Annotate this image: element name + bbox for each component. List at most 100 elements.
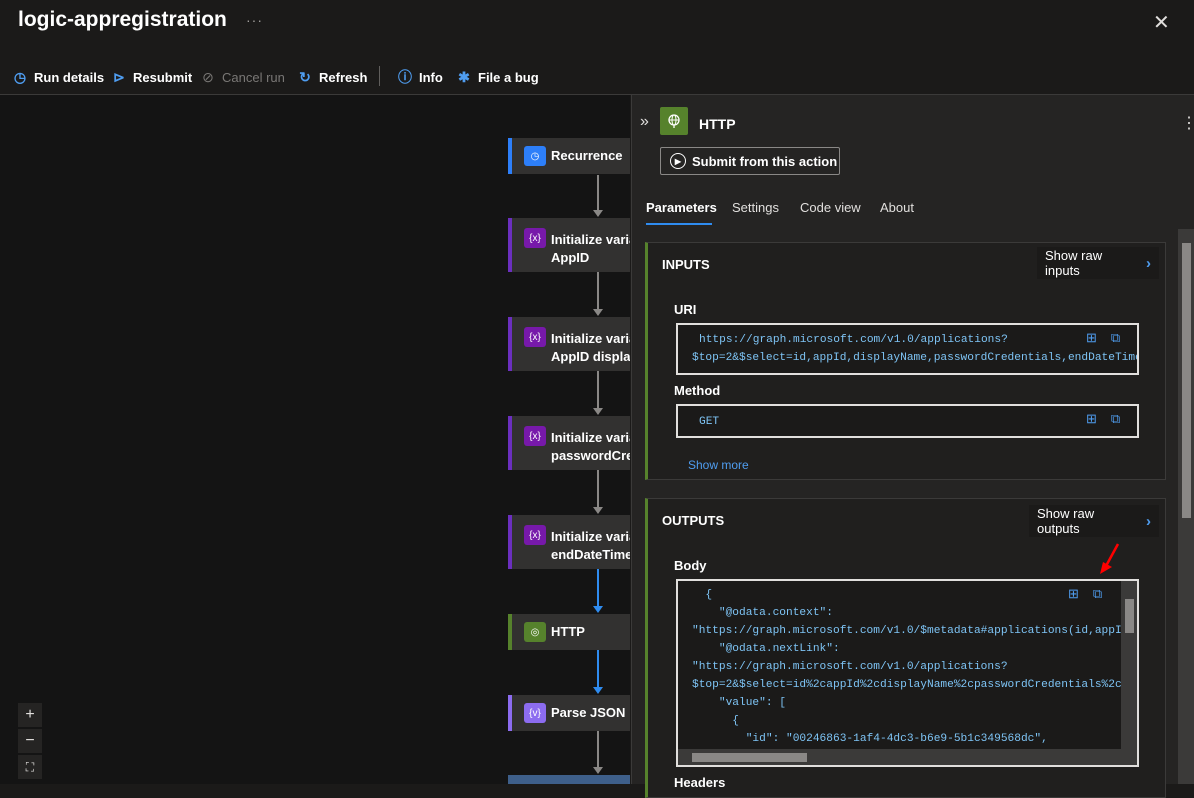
connector — [597, 272, 599, 312]
node-initialize-variable-passwordcred[interactable]: {x} Initialize varia passwordCred — [508, 416, 630, 470]
scroll-thumb[interactable] — [1182, 243, 1191, 518]
variable-icon: {x} — [524, 525, 546, 545]
clock-icon: ◷ — [524, 146, 546, 166]
variable-icon: {x} — [524, 327, 546, 347]
more-vertical-icon[interactable]: ⋮ — [1181, 113, 1194, 133]
app-title: logic-appregistration — [18, 8, 227, 31]
cancel-run-button[interactable]: ⊘ Cancel run — [200, 68, 285, 86]
tab-settings[interactable]: Settings — [732, 200, 779, 215]
toolbar-divider — [379, 66, 380, 86]
method-value-box[interactable]: GET ⊞ ⧉ — [676, 404, 1139, 438]
connector-arrow — [593, 309, 603, 316]
scroll-thumb[interactable] — [1125, 599, 1134, 633]
code-line: "@odata.nextLink": — [692, 643, 840, 655]
show-raw-inputs-button[interactable]: Show raw inputs › — [1037, 247, 1159, 279]
active-tab-indicator — [646, 223, 712, 225]
file-a-bug-button[interactable]: ✱ File a bug — [456, 68, 539, 86]
node-parse-json[interactable]: {v} Parse JSON — [508, 695, 630, 731]
zoom-in-button[interactable]: + — [18, 703, 42, 727]
node-next[interactable] — [508, 775, 630, 784]
code-line: "value": [ — [692, 697, 786, 709]
resubmit-button[interactable]: ⊳ Resubmit — [111, 68, 192, 86]
code-line: "https://graph.microsoft.com/v1.0/$metad… — [692, 625, 1139, 637]
node-initialize-variable-appid[interactable]: {x} Initialize varia AppID — [508, 218, 630, 272]
connector — [597, 470, 599, 510]
close-icon[interactable]: ✕ — [1153, 10, 1170, 35]
collapse-panel-icon[interactable]: » — [640, 113, 649, 131]
panel-scrollbar[interactable] — [1178, 229, 1194, 784]
method-label: Method — [674, 383, 721, 398]
designer-canvas[interactable]: ◷ Recurrence {x} Initialize varia AppID … — [0, 95, 630, 784]
play-icon: ▶ — [670, 153, 686, 169]
details-panel: » HTTP ⋮ ▶ Submit from this action Parame… — [631, 95, 1194, 798]
chevron-right-icon: › — [1146, 254, 1151, 272]
uri-value-box[interactable]: https://graph.microsoft.com/v1.0/applica… — [676, 323, 1139, 375]
show-more-link[interactable]: Show more — [688, 458, 749, 472]
outputs-section: OUTPUTS Show raw outputs › Body { "@odata… — [645, 498, 1166, 798]
refresh-button[interactable]: ↻ Refresh — [297, 68, 367, 86]
connector — [597, 730, 599, 770]
code-line: $top=2&$select=id%2cappId%2cdisplayName%… — [692, 679, 1139, 691]
panel-title: HTTP — [699, 116, 736, 132]
inputs-section: INPUTS Show raw inputs › URI https://grap… — [645, 242, 1166, 480]
tab-about[interactable]: About — [880, 200, 914, 215]
node-recurrence[interactable]: ◷ Recurrence — [508, 138, 630, 174]
tab-parameters[interactable]: Parameters — [646, 200, 717, 215]
more-options-icon[interactable]: ··· — [246, 12, 263, 28]
cancel-icon: ⊘ — [202, 68, 214, 85]
tab-code-view[interactable]: Code view — [800, 200, 861, 215]
horizontal-scrollbar[interactable] — [678, 749, 1137, 765]
connector-arrow — [593, 606, 603, 613]
info-button[interactable]: ⓘ Info — [397, 68, 443, 86]
outputs-heading: OUTPUTS — [662, 513, 725, 528]
node-http[interactable]: ◎ HTTP — [508, 614, 630, 650]
connector-arrow — [593, 767, 603, 774]
body-label: Body — [674, 558, 707, 573]
bug-icon: ✱ — [458, 68, 470, 85]
connector-arrow — [593, 687, 603, 694]
connector — [597, 569, 599, 609]
code-line: { — [692, 589, 713, 601]
show-raw-outputs-button[interactable]: Show raw outputs › — [1029, 505, 1159, 537]
code-line: "@odata.context": — [692, 607, 833, 619]
globe-icon — [660, 107, 688, 135]
info-icon: ⓘ — [398, 69, 412, 85]
connector — [597, 175, 599, 213]
annotation-arrow-icon — [1100, 543, 1120, 574]
run-details-button[interactable]: ◷ Run details — [12, 68, 104, 86]
history-icon: ◷ — [13, 68, 27, 85]
copy-icon[interactable]: ⧉ — [1111, 412, 1120, 427]
connector-arrow — [593, 408, 603, 415]
expand-icon[interactable]: ⊞ — [1086, 331, 1097, 346]
header: logic-appregistration ··· ✕ ◷ Run details… — [0, 0, 1194, 95]
zoom-out-button[interactable]: − — [18, 729, 42, 753]
copy-icon[interactable]: ⧉ — [1093, 587, 1102, 602]
copy-icon[interactable]: ⧉ — [1111, 331, 1120, 346]
body-value-box[interactable]: { "@odata.context": "https://graph.micros… — [676, 579, 1139, 767]
connector-arrow — [593, 507, 603, 514]
play-circle-icon: ⊳ — [113, 68, 125, 85]
uri-label: URI — [674, 302, 697, 317]
connector-arrow — [593, 210, 603, 217]
expand-icon[interactable]: ⊞ — [1086, 412, 1097, 427]
globe-icon: ◎ — [524, 622, 546, 642]
data-operation-icon: {v} — [524, 703, 546, 723]
vertical-scrollbar[interactable] — [1121, 581, 1137, 765]
code-line: "id": "00246863-1af4-4dc3-b6e9-5b1c34956… — [692, 733, 1048, 745]
variable-icon: {x} — [524, 426, 546, 446]
code-line: "https://graph.microsoft.com/v1.0/applic… — [692, 661, 1008, 673]
inputs-heading: INPUTS — [662, 257, 710, 272]
submit-from-action-button[interactable]: ▶ Submit from this action — [660, 147, 840, 175]
code-line: { — [692, 715, 739, 727]
fit-view-button[interactable]: ⛶ — [18, 755, 42, 779]
node-initialize-variable-enddatetime[interactable]: {x} Initialize varia endDateTime — [508, 515, 630, 569]
connector — [597, 650, 599, 690]
refresh-icon: ↻ — [299, 68, 311, 85]
scroll-thumb[interactable] — [692, 753, 807, 762]
node-initialize-variable-appid-display[interactable]: {x} Initialize varia AppID display — [508, 317, 630, 371]
headers-label: Headers — [674, 775, 726, 790]
variable-icon: {x} — [524, 228, 546, 248]
expand-icon[interactable]: ⊞ — [1068, 587, 1079, 602]
chevron-right-icon: › — [1146, 512, 1151, 530]
connector — [597, 371, 599, 411]
